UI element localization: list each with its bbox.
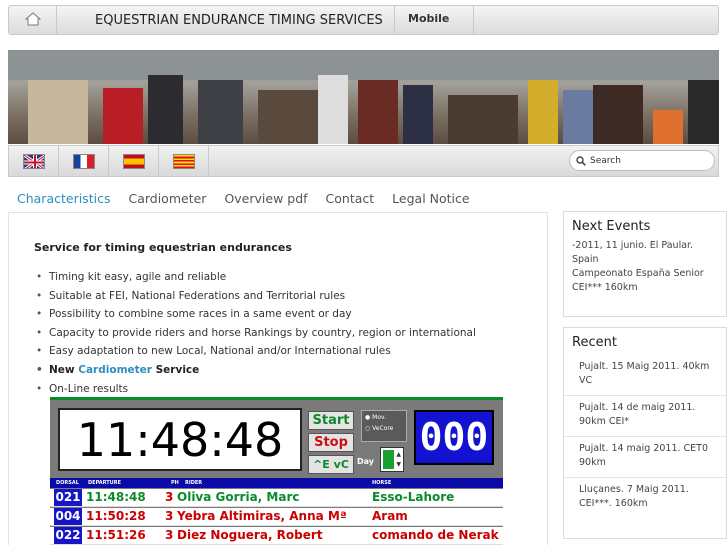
language-french[interactable]: [59, 146, 109, 176]
list-item: Easy adaptation to new Local, National a…: [34, 342, 534, 361]
nav-cardiometer[interactable]: Cardiometer: [119, 189, 215, 209]
board-day-spinner: ▲ ▼: [380, 447, 404, 472]
next-events-title: Next Events: [572, 219, 651, 234]
list-item: On-Line results: [34, 380, 534, 399]
board-radio-1: ● Mov.: [365, 414, 386, 421]
language-spanish[interactable]: [109, 146, 159, 176]
board-counter: 000: [414, 410, 494, 465]
top-bar: EQUESTRIAN ENDURANCE TIMING SERVICES Mob…: [8, 5, 719, 35]
table-row: 004 11:50:28 3 Yebra Altimiras, Anna Mª …: [50, 508, 503, 526]
board-vc-button: ^E vC: [308, 455, 354, 474]
france-flag-icon: [72, 153, 95, 169]
nav-overview-pdf[interactable]: Overview pdf: [215, 189, 316, 209]
board-radio-group: ● Mov. ○ VeCore: [361, 410, 407, 442]
list-item: Timing kit easy, agile and reliable: [34, 268, 534, 287]
language-english[interactable]: [9, 146, 59, 176]
spain-flag-icon: [122, 153, 145, 169]
language-bar: [8, 145, 719, 177]
cardiometer-link[interactable]: Cardiometer: [78, 364, 152, 376]
main-nav: Characteristics Cardiometer Overview pdf…: [8, 189, 479, 209]
board-stop-button: Stop: [308, 433, 354, 452]
search-icon: [576, 151, 586, 170]
list-item-cardiometer: New Cardiometer Service: [34, 361, 534, 380]
recent-item[interactable]: Pujalt. 14 maig 2011. CET0 90km: [564, 436, 726, 477]
nav-legal-notice[interactable]: Legal Notice: [383, 189, 478, 209]
recent-item[interactable]: Pujalt. 15 Maig 2011. 40km VC: [564, 355, 726, 395]
site-title: EQUESTRIAN ENDURANCE TIMING SERVICES: [95, 13, 383, 28]
list-item: Possibility to combine some races in a s…: [34, 305, 534, 324]
recent-item[interactable]: Pujalt. 14 de maig 2011. 90km CEI*: [564, 395, 726, 436]
home-icon: [24, 11, 41, 30]
timing-board-image: 11:48:48 Start Stop ^E vC ● Mov. ○ VeCor…: [50, 397, 503, 545]
feature-list: Timing kit easy, agile and reliable Suit…: [34, 268, 534, 398]
nav-contact[interactable]: Contact: [317, 189, 384, 209]
language-catalan[interactable]: [159, 146, 209, 176]
recent-title: Recent: [572, 335, 617, 350]
table-row: 021 11:48:48 3 Oliva Gorria, Marc Esso-L…: [50, 489, 503, 507]
banner-photo: [8, 50, 719, 144]
home-button[interactable]: [9, 6, 57, 34]
recent-panel: Recent Pujalt. 15 Maig 2011. 40km VC Puj…: [563, 327, 727, 539]
next-events-line1: -2011, 11 junio. El Paular. Spain: [572, 240, 694, 265]
list-item: Capacity to provide riders and horse Ran…: [34, 324, 534, 343]
nav-characteristics[interactable]: Characteristics: [8, 189, 119, 209]
table-row: 022 11:51:26 3 Diez Noguera, Robert coma…: [50, 527, 503, 545]
uk-flag-icon: [22, 153, 45, 169]
list-item: Suitable at FEI, National Federations an…: [34, 287, 534, 306]
search-input[interactable]: [590, 155, 700, 166]
catalonia-flag-icon: [172, 153, 195, 169]
recent-item[interactable]: Lluçanes. 7 Maig 2011. CEI***. 160km: [564, 477, 726, 518]
board-clock: 11:48:48: [58, 408, 302, 471]
board-radio-2: ○ VeCore: [365, 425, 394, 432]
next-events-line2: Campeonato España Senior CEI*** 160km: [572, 268, 704, 293]
cardio-suffix: Service: [155, 363, 200, 376]
page-heading: Service for timing equestrian endurances: [34, 241, 292, 254]
mobile-link[interactable]: Mobile: [394, 6, 474, 34]
next-events-panel: Next Events -2011, 11 junio. El Paular. …: [563, 211, 727, 317]
board-day-label: Day: [357, 457, 375, 466]
board-table-header: DORSAL DEPARTURE PH RIDER HORSE: [50, 478, 503, 488]
board-start-button: Start: [308, 411, 354, 430]
cardio-prefix: New: [49, 363, 75, 376]
search-box[interactable]: [569, 150, 715, 171]
